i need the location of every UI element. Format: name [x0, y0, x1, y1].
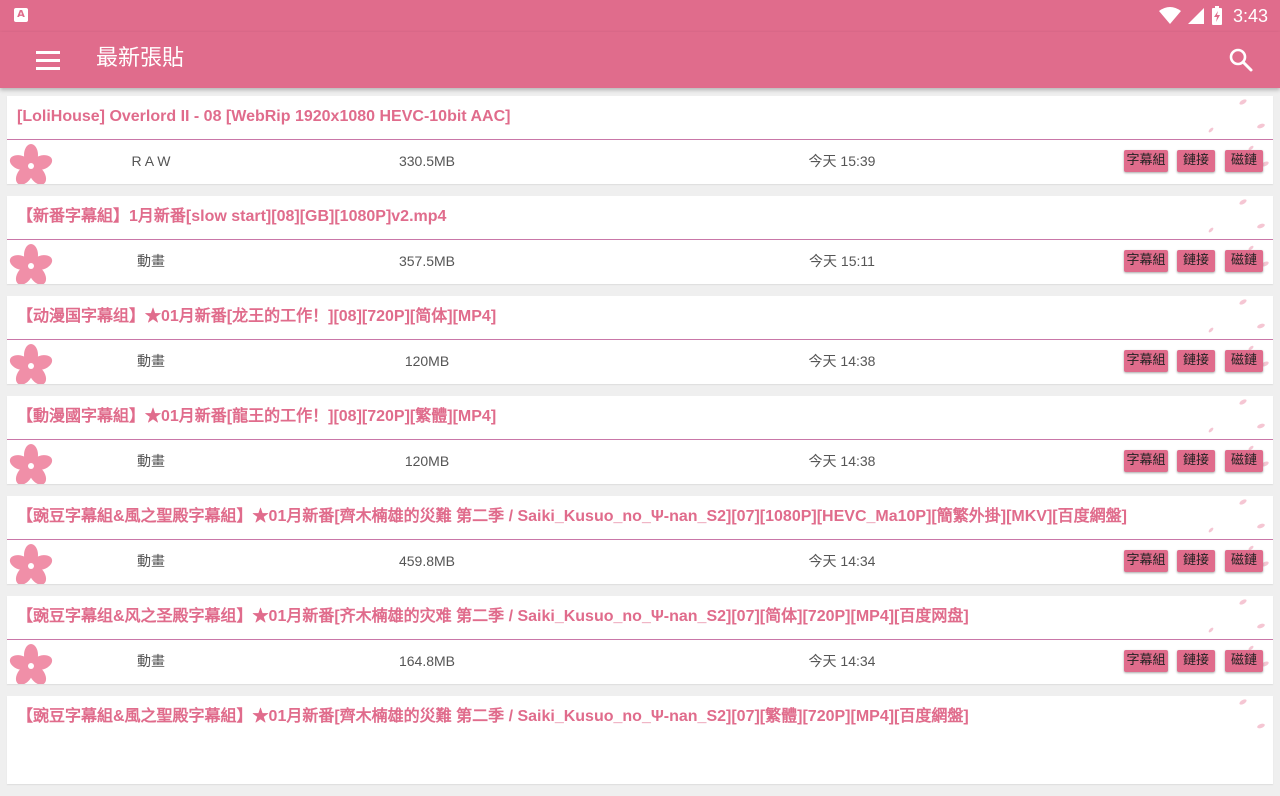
post-category: R A W — [131, 153, 171, 169]
subtitle-group-button[interactable]: 字幕組 — [1124, 450, 1168, 472]
subtitle-group-button[interactable]: 字幕組 — [1124, 650, 1168, 672]
post-card[interactable]: [LoliHouse] Overlord II - 08 [WebRip 192… — [7, 96, 1273, 184]
subtitle-group-button[interactable]: 字幕組 — [1124, 350, 1168, 372]
post-card[interactable]: 【豌豆字幕組&風之聖殿字幕組】★01月新番[齊木楠雄的災難 第二季 / Saik… — [7, 496, 1273, 584]
sakura-icon — [9, 544, 53, 584]
wifi-icon — [1158, 7, 1181, 24]
post-category: 動畫 — [137, 353, 165, 369]
sakura-icon — [9, 444, 53, 484]
magnet-button[interactable]: 磁鏈 — [1225, 550, 1263, 572]
menu-icon[interactable] — [36, 48, 60, 72]
divider — [7, 239, 1273, 240]
post-card[interactable]: 【豌豆字幕组&风之圣殿字幕组】★01月新番[齐木楠雄的灾难 第二季 / Saik… — [7, 596, 1273, 684]
cellular-signal-icon — [1187, 8, 1204, 24]
post-title[interactable]: 【動漫國字幕組】★01月新番[龍王的工作！][08][720P][繁體][MP4… — [17, 406, 1197, 428]
post-size: 120MB — [404, 453, 450, 469]
post-title[interactable]: [LoliHouse] Overlord II - 08 [WebRip 192… — [17, 106, 1197, 128]
post-title[interactable]: 【动漫国字幕组】★01月新番[龙王的工作！][08][720P][简体][MP4… — [17, 306, 1197, 328]
petals-decoration — [1239, 699, 1265, 729]
subtitle-group-button[interactable]: 字幕組 — [1124, 550, 1168, 572]
sakura-icon — [9, 244, 53, 284]
post-card[interactable]: 【動漫國字幕組】★01月新番[龍王的工作！][08][720P][繁體][MP4… — [7, 396, 1273, 484]
post-time: 今天 14:38 — [808, 353, 876, 369]
post-title[interactable]: 【新番字幕組】1月新番[slow start][08][GB][1080P]v2… — [17, 206, 1197, 228]
post-time: 今天 14:34 — [808, 553, 876, 569]
magnet-button[interactable]: 磁鏈 — [1225, 650, 1263, 672]
divider — [7, 539, 1273, 540]
post-size: 164.8MB — [398, 653, 456, 669]
link-button[interactable]: 鏈接 — [1177, 350, 1215, 372]
battery-charging-icon — [1211, 6, 1222, 25]
divider — [7, 339, 1273, 340]
magnet-button[interactable]: 磁鏈 — [1225, 150, 1263, 172]
link-button[interactable]: 鏈接 — [1177, 550, 1215, 572]
divider — [7, 439, 1273, 440]
status-time: 3:43 — [1232, 5, 1268, 26]
post-size: 330.5MB — [398, 153, 456, 169]
post-title[interactable]: 【豌豆字幕组&风之圣殿字幕组】★01月新番[齐木楠雄的灾难 第二季 / Saik… — [17, 606, 1197, 628]
post-time: 今天 15:39 — [808, 153, 876, 169]
subtitle-group-button[interactable]: 字幕組 — [1124, 150, 1168, 172]
notification-icon: A — [14, 8, 28, 22]
post-card[interactable]: 【豌豆字幕組&風之聖殿字幕組】★01月新番[齊木楠雄的災難 第二季 / Saik… — [7, 696, 1273, 784]
post-title[interactable]: 【豌豆字幕組&風之聖殿字幕組】★01月新番[齊木楠雄的災難 第二季 / Saik… — [17, 506, 1197, 528]
magnet-button[interactable]: 磁鏈 — [1225, 450, 1263, 472]
page-title: 最新張貼 — [96, 46, 185, 71]
post-time: 今天 14:34 — [808, 653, 876, 669]
magnet-button[interactable]: 磁鏈 — [1225, 350, 1263, 372]
divider — [7, 639, 1273, 640]
sakura-icon — [9, 144, 53, 184]
post-category: 動畫 — [137, 253, 165, 269]
divider — [7, 139, 1273, 140]
post-list: [LoliHouse] Overlord II - 08 [WebRip 192… — [7, 96, 1273, 796]
link-button[interactable]: 鏈接 — [1177, 650, 1215, 672]
post-size: 120MB — [404, 353, 450, 369]
sakura-icon — [9, 644, 53, 684]
link-button[interactable]: 鏈接 — [1177, 450, 1215, 472]
post-category: 動畫 — [137, 553, 165, 569]
status-bar: A 3:43 — [0, 0, 1280, 32]
post-time: 今天 14:38 — [808, 453, 876, 469]
sakura-icon — [9, 344, 53, 384]
post-category: 動畫 — [137, 653, 165, 669]
post-size: 459.8MB — [398, 553, 456, 569]
post-card[interactable]: 【新番字幕組】1月新番[slow start][08][GB][1080P]v2… — [7, 196, 1273, 284]
status-icons: 3:43 — [1158, 4, 1268, 28]
post-time: 今天 15:11 — [809, 253, 875, 269]
link-button[interactable]: 鏈接 — [1177, 250, 1215, 272]
subtitle-group-button[interactable]: 字幕組 — [1124, 250, 1168, 272]
post-size: 357.5MB — [398, 253, 456, 269]
post-card[interactable]: 【动漫国字幕组】★01月新番[龙王的工作！][08][720P][简体][MP4… — [7, 296, 1273, 384]
link-button[interactable]: 鏈接 — [1177, 150, 1215, 172]
post-category: 動畫 — [137, 453, 165, 469]
magnet-button[interactable]: 磁鏈 — [1225, 250, 1263, 272]
post-title[interactable]: 【豌豆字幕組&風之聖殿字幕組】★01月新番[齊木楠雄的災難 第二季 / Saik… — [17, 706, 1197, 728]
app-bar: 最新張貼 — [0, 32, 1280, 88]
search-icon[interactable] — [1228, 47, 1254, 73]
